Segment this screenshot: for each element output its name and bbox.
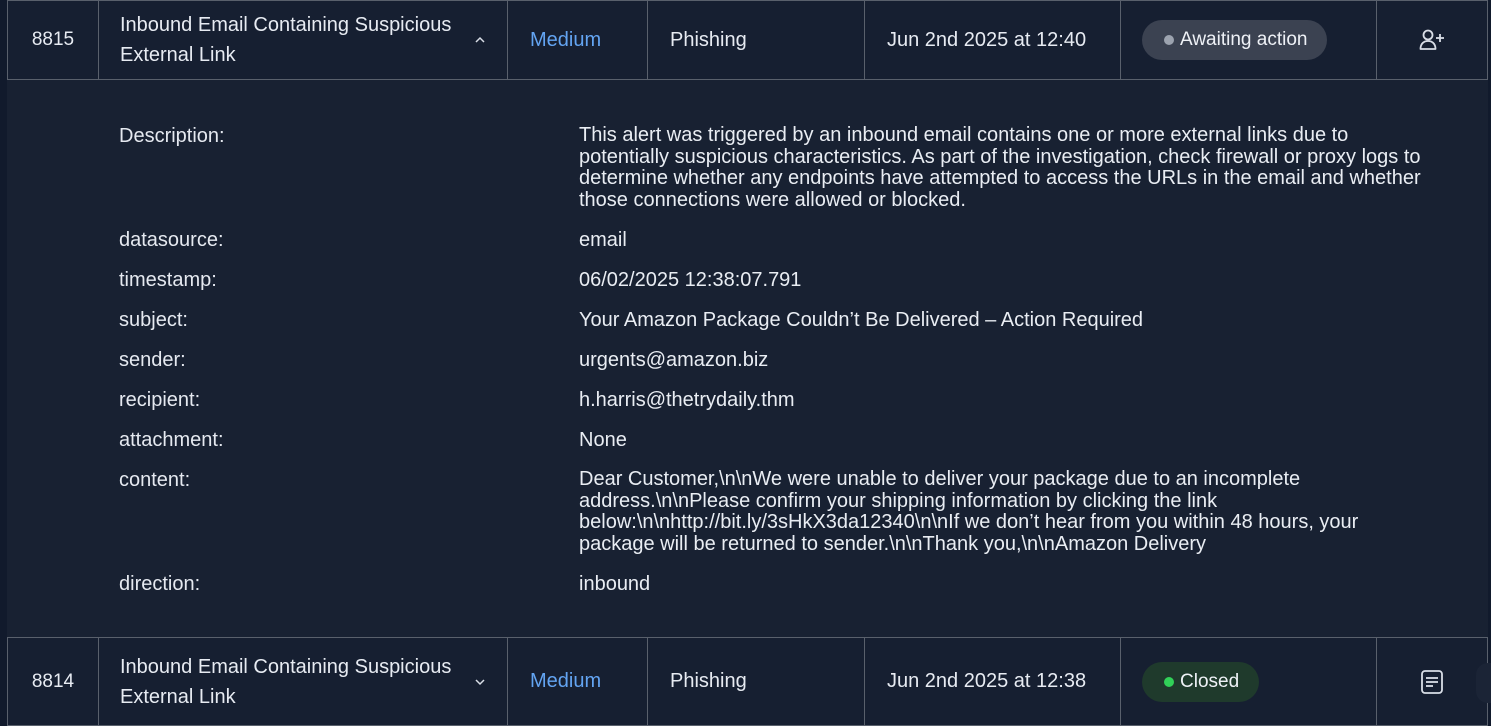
report-icon[interactable] (1420, 669, 1444, 695)
content-value: Dear Customer,\n\nWe were unable to deli… (579, 468, 1359, 555)
content-label: content: (119, 469, 191, 491)
status-text: Awaiting action (1180, 29, 1308, 50)
recipient-label: recipient: (119, 389, 201, 411)
scroll-handle[interactable] (1476, 663, 1491, 703)
subject-value: Your Amazon Package Couldn’t Be Delivere… (579, 309, 1144, 331)
subject-label: subject: (119, 309, 188, 331)
alert-title: Inbound Email Containing Suspicious Exte… (120, 14, 452, 66)
chevron-down-icon[interactable] (475, 677, 485, 687)
status-cell: Awaiting action (1120, 1, 1376, 79)
alert-title: Inbound Email Containing Suspicious Exte… (120, 655, 452, 708)
status-dot (1164, 676, 1174, 687)
alert-time: Jun 2nd 2025 at 12:40 (864, 1, 1120, 79)
alert-id: 8815 (7, 1, 98, 79)
status-dot (1164, 35, 1174, 45)
alert-type: Phishing (647, 638, 864, 725)
datasource-value: email (579, 229, 627, 251)
user-plus-icon[interactable] (1419, 28, 1445, 52)
description-label: Description: (119, 125, 225, 147)
status-badge: Closed (1142, 661, 1260, 702)
attachment-label: attachment: (119, 429, 224, 451)
sender-label: sender: (119, 349, 186, 371)
alert-title-cell[interactable]: Inbound Email Containing Suspicious Exte… (98, 638, 507, 725)
attachment-value: None (579, 429, 627, 451)
direction-label: direction: (119, 573, 201, 595)
status-cell: Closed (1120, 638, 1376, 725)
status-text: Closed (1180, 670, 1240, 692)
alerts-table: 8815 Inbound Email Containing Suspicious… (0, 0, 1491, 726)
chevron-up-icon[interactable] (475, 35, 485, 45)
timestamp-label: timestamp: (119, 269, 217, 291)
severity-label: Medium (507, 638, 647, 725)
description-value: This alert was triggered by an inbound e… (579, 124, 1421, 211)
alert-details-panel: Description: This alert was triggered by… (7, 80, 1488, 637)
recipient-value: h.harris@thetrydaily.thm (579, 389, 795, 411)
alert-id: 8814 (7, 638, 98, 725)
datasource-label: datasource: (119, 229, 224, 251)
view-report-button[interactable] (1376, 638, 1488, 725)
direction-value: inbound (579, 573, 651, 595)
severity-label: Medium (507, 1, 647, 79)
alert-time: Jun 2nd 2025 at 12:38 (864, 638, 1120, 725)
alert-title-cell[interactable]: Inbound Email Containing Suspicious Exte… (98, 1, 507, 79)
alert-type: Phishing (647, 1, 864, 79)
sender-value: urgents@amazon.biz (579, 349, 769, 371)
table-row[interactable]: 8814 Inbound Email Containing Suspicious… (7, 637, 1488, 726)
timestamp-value: 06/02/2025 12:38:07.791 (579, 269, 802, 291)
assign-button[interactable] (1376, 1, 1488, 79)
status-badge: Awaiting action (1142, 20, 1328, 60)
table-row[interactable]: 8815 Inbound Email Containing Suspicious… (7, 0, 1488, 80)
